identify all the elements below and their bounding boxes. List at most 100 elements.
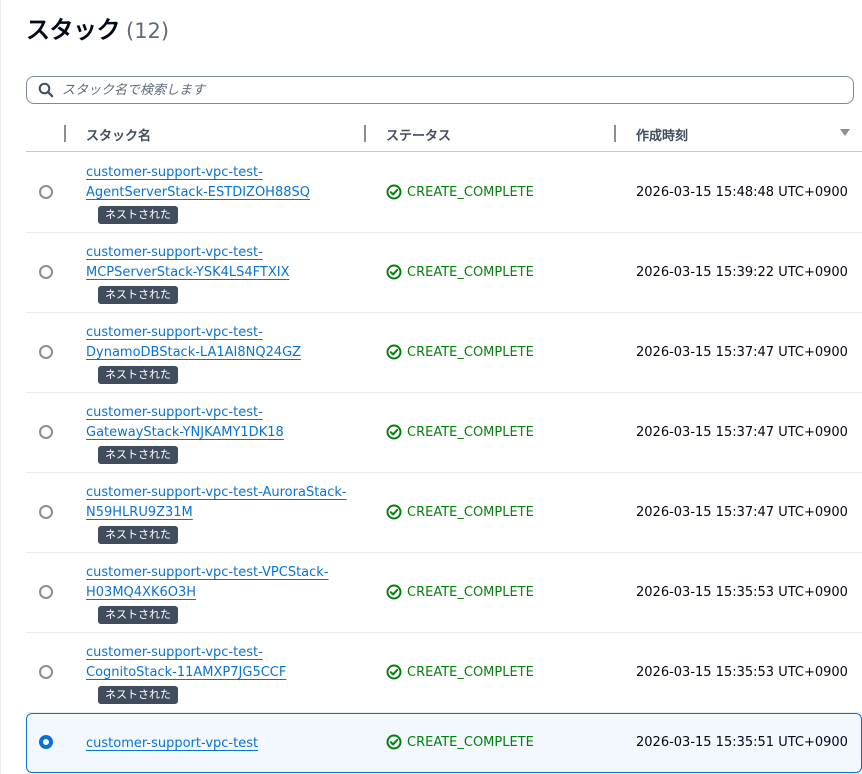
status-indicator: CREATE_COMPLETE <box>386 584 534 600</box>
nested-badge: ネストされた <box>98 286 178 304</box>
stack-name-cell: customer-support-vpc-test- CognitoStack-1… <box>86 643 376 704</box>
page-title: スタック <box>26 16 121 44</box>
stack-name-link[interactable]: customer-support-vpc-test- GatewayStack-Y… <box>86 403 376 443</box>
stack-count: (12) <box>126 19 170 43</box>
success-check-icon <box>386 504 402 520</box>
stack-name-text: DynamoDBStack-LA1AI8NQ24GZ <box>86 345 302 360</box>
stack-name-cell: customer-support-vpc-test-VPCStack- H03MQ… <box>86 563 376 624</box>
success-check-icon <box>386 344 402 360</box>
stack-name-text: customer-support-vpc-test <box>86 736 259 751</box>
table-header: スタック名 ステータス 作成時刻 <box>26 116 862 152</box>
status-text: CREATE_COMPLETE <box>407 664 534 680</box>
nested-badge: ネストされた <box>98 366 178 384</box>
success-check-icon <box>386 584 402 600</box>
created-time: 2026-03-15 15:37:47 UTC+0900 <box>636 425 848 440</box>
created-time: 2026-03-15 15:48:48 UTC+0900 <box>636 185 848 200</box>
stack-name-cell: customer-support-vpc-test-AuroraStack- N5… <box>86 483 376 544</box>
table-row[interactable]: customer-support-vpc-test- CognitoStack-1… <box>26 633 862 713</box>
stack-name-text: CognitoStack-11AMXP7JG5CCF <box>86 665 287 680</box>
radio-button[interactable] <box>39 345 53 359</box>
success-check-icon <box>386 734 402 750</box>
stack-name-text: customer-support-vpc-test- <box>86 645 263 660</box>
column-divider[interactable] <box>364 125 366 142</box>
nested-badge: ネストされた <box>98 686 178 704</box>
stack-name-cell: customer-support-vpc-test- AgentServerSta… <box>86 163 376 224</box>
stack-name-link[interactable]: customer-support-vpc-test- MCPServerStack… <box>86 243 376 283</box>
radio-selected[interactable] <box>39 735 53 749</box>
stack-name-cell: customer-support-vpc-test- DynamoDBStack-… <box>86 323 376 384</box>
stack-name-link[interactable]: customer-support-vpc-test- CognitoStack-1… <box>86 643 376 683</box>
stack-name-text: customer-support-vpc-test- <box>86 405 263 420</box>
created-time: 2026-03-15 15:37:47 UTC+0900 <box>636 505 848 520</box>
stack-name-link[interactable]: customer-support-vpc-test- DynamoDBStack-… <box>86 323 376 363</box>
table-row[interactable]: customer-support-vpc-test- MCPServerStack… <box>26 233 862 313</box>
status-indicator: CREATE_COMPLETE <box>386 264 534 280</box>
status-text: CREATE_COMPLETE <box>407 184 534 200</box>
page-header: スタック (12) <box>26 10 169 44</box>
stack-name-cell: customer-support-vpc-test <box>86 734 376 754</box>
status-text: CREATE_COMPLETE <box>407 264 534 280</box>
status-text: CREATE_COMPLETE <box>407 344 534 360</box>
stack-name-text: AgentServerStack-ESTDIZOH88SQ <box>86 185 310 200</box>
stack-name-cell: customer-support-vpc-test- GatewayStack-Y… <box>86 403 376 464</box>
nested-badge: ネストされた <box>98 206 178 224</box>
table-row[interactable]: customer-support-vpc-test-AuroraStack- N5… <box>26 473 862 553</box>
status-indicator: CREATE_COMPLETE <box>386 424 534 440</box>
radio-button[interactable] <box>39 585 53 599</box>
radio-button[interactable] <box>39 185 53 199</box>
search-icon <box>38 82 54 98</box>
stack-name-link[interactable]: customer-support-vpc-test <box>86 734 376 754</box>
stack-name-text: MCPServerStack-YSK4LS4FTXIX <box>86 265 290 280</box>
search-input[interactable] <box>62 78 853 102</box>
status-indicator: CREATE_COMPLETE <box>386 184 534 200</box>
created-time: 2026-03-15 15:39:22 UTC+0900 <box>636 265 848 280</box>
radio-button[interactable] <box>39 665 53 679</box>
radio-button[interactable] <box>39 505 53 519</box>
stack-name-text: H03MQ4XK6O3H <box>86 585 197 600</box>
success-check-icon <box>386 264 402 280</box>
column-header-name[interactable]: スタック名 <box>86 125 151 144</box>
stack-name-text: customer-support-vpc-test- <box>86 325 263 340</box>
search-box[interactable] <box>26 76 854 104</box>
column-header-status[interactable]: ステータス <box>386 125 451 144</box>
success-check-icon <box>386 424 402 440</box>
table-row[interactable]: customer-support-vpc-test-VPCStack- H03MQ… <box>26 553 862 633</box>
radio-button[interactable] <box>39 425 53 439</box>
success-check-icon <box>386 184 402 200</box>
table-row[interactable]: customer-support-vpc-test- DynamoDBStack-… <box>26 313 862 393</box>
nested-badge: ネストされた <box>98 526 178 544</box>
stack-name-link[interactable]: customer-support-vpc-test-AuroraStack- N5… <box>86 483 376 523</box>
status-indicator: CREATE_COMPLETE <box>386 664 534 680</box>
table-row[interactable]: customer-support-vpc-test- AgentServerSta… <box>26 153 862 233</box>
status-text: CREATE_COMPLETE <box>407 424 534 440</box>
column-header-created[interactable]: 作成時刻 <box>636 125 688 144</box>
created-time: 2026-03-15 15:35:53 UTC+0900 <box>636 585 848 600</box>
stack-name-cell: customer-support-vpc-test- MCPServerStack… <box>86 243 376 304</box>
table-row[interactable]: customer-support-vpc-test- GatewayStack-Y… <box>26 393 862 473</box>
column-divider[interactable] <box>64 125 66 142</box>
status-indicator: CREATE_COMPLETE <box>386 734 534 750</box>
stack-name-text: customer-support-vpc-test- <box>86 165 263 180</box>
stack-name-text: N59HLRU9Z31M <box>86 505 193 520</box>
sort-caret-down-icon[interactable] <box>840 129 850 136</box>
stack-name-text: customer-support-vpc-test- <box>86 245 263 260</box>
success-check-icon <box>386 664 402 680</box>
stack-name-text: GatewayStack-YNJKAMY1DK18 <box>86 425 284 440</box>
column-divider[interactable] <box>614 125 616 142</box>
stack-name-link[interactable]: customer-support-vpc-test-VPCStack- H03MQ… <box>86 563 376 603</box>
created-time: 2026-03-15 15:37:47 UTC+0900 <box>636 345 848 360</box>
created-time: 2026-03-15 15:35:53 UTC+0900 <box>636 665 848 680</box>
stack-name-text: customer-support-vpc-test-AuroraStack- <box>86 485 347 500</box>
table-row[interactable]: customer-support-vpc-test CREATE_COMPLETE… <box>26 713 862 773</box>
radio-button[interactable] <box>39 265 53 279</box>
status-text: CREATE_COMPLETE <box>407 584 534 600</box>
stack-name-text: customer-support-vpc-test-VPCStack- <box>86 565 329 580</box>
status-text: CREATE_COMPLETE <box>407 734 534 750</box>
stack-name-link[interactable]: customer-support-vpc-test- AgentServerSta… <box>86 163 376 203</box>
nested-badge: ネストされた <box>98 446 178 464</box>
status-indicator: CREATE_COMPLETE <box>386 344 534 360</box>
created-time: 2026-03-15 15:35:51 UTC+0900 <box>636 735 848 750</box>
nested-badge: ネストされた <box>98 606 178 624</box>
panel-left-border <box>0 0 1 774</box>
status-indicator: CREATE_COMPLETE <box>386 504 534 520</box>
